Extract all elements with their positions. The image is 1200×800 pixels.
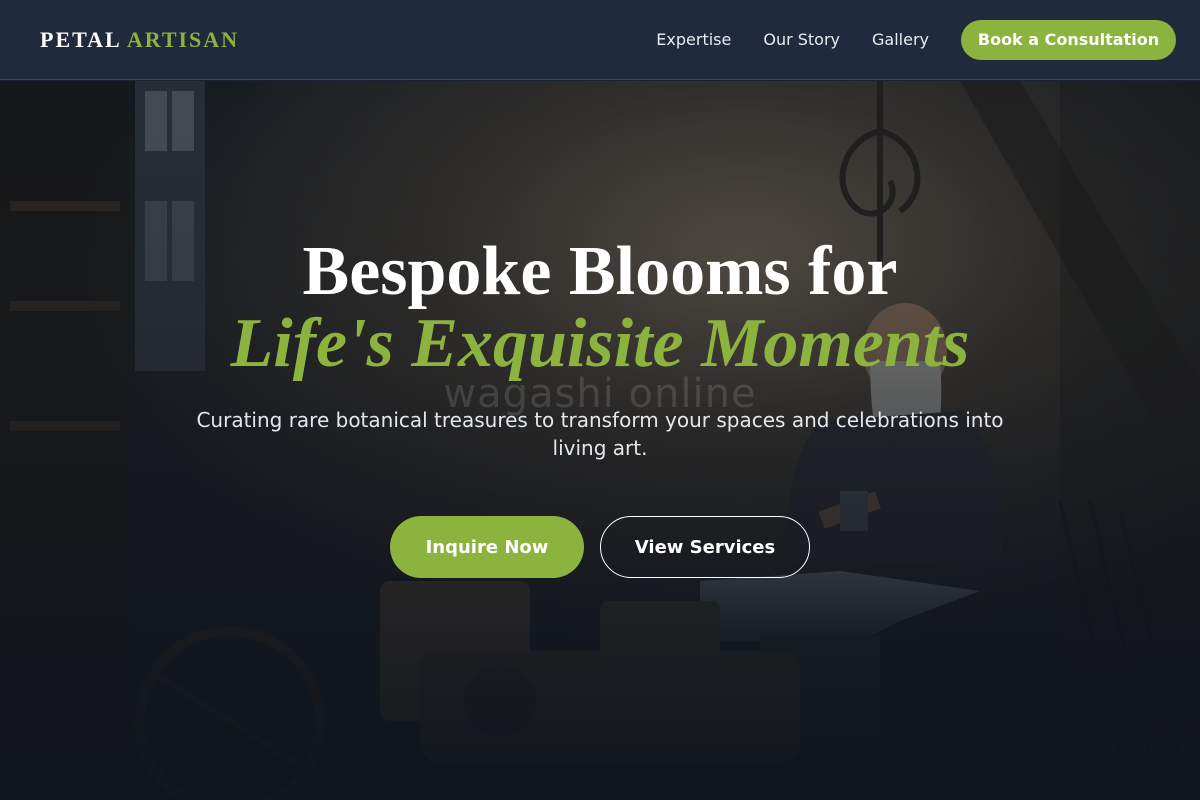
hero-subtitle: Curating rare botanical treasures to tra… [196, 408, 1004, 460]
inquire-now-button[interactable]: Inquire Now [390, 516, 584, 578]
main-nav: Expertise Our Story Gallery Book a Consu… [656, 19, 1176, 60]
nav-link-gallery[interactable]: Gallery [872, 30, 929, 49]
nav-link-expertise[interactable]: Expertise [656, 30, 731, 49]
book-consultation-button[interactable]: Book a Consultation [961, 19, 1176, 60]
site-header: PETAL ARTISAN Expertise Our Story Galler… [0, 0, 1200, 80]
hero-heading: Bespoke Blooms for Life's Exquisite Mome… [0, 236, 1200, 380]
hero-content: Bespoke Blooms for Life's Exquisite Mome… [0, 236, 1200, 578]
logo-word-petal: PETAL [40, 26, 121, 52]
logo-word-artisan: ARTISAN [126, 26, 240, 52]
nav-link-our-story[interactable]: Our Story [763, 30, 840, 49]
hero-section: wagashi online Bespoke Blooms for Life's… [0, 81, 1200, 800]
hero-heading-line1: Bespoke Blooms for [302, 233, 898, 310]
hero-actions: Inquire Now View Services [0, 516, 1200, 578]
logo[interactable]: PETAL ARTISAN [40, 27, 239, 53]
hero-heading-line2: Life's Exquisite Moments [230, 305, 970, 382]
view-services-button[interactable]: View Services [600, 516, 810, 578]
